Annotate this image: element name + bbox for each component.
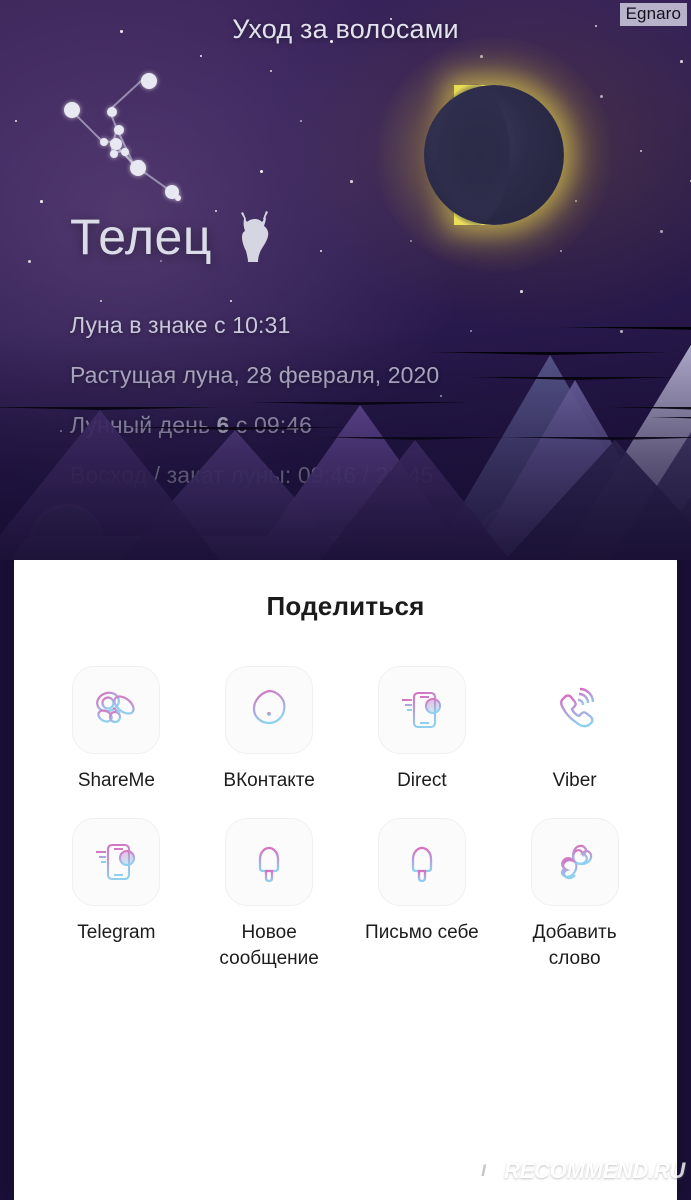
share-target-add-word[interactable]: Добавить слово	[498, 818, 651, 972]
phone-call-icon	[549, 684, 601, 736]
irecommend-badge-icon: I	[470, 1159, 497, 1184]
app-tile	[531, 666, 619, 754]
app-label: Telegram	[77, 920, 155, 946]
clover-icon	[549, 836, 601, 888]
app-tile	[225, 666, 313, 754]
app-label: Письмо себе	[365, 920, 479, 946]
app-label: ShareMe	[78, 768, 155, 794]
share-target-direct[interactable]: Direct	[346, 666, 499, 794]
app-label: Новое сообщение	[219, 920, 318, 972]
share-target-mail-to-self[interactable]: Письмо себе	[346, 818, 499, 972]
share-target-new-message[interactable]: Новое сообщение	[193, 818, 346, 972]
app-tile	[72, 666, 160, 754]
moon-terminator-shadow	[432, 83, 510, 227]
wallpaper-background	[0, 0, 691, 560]
app-label: Добавить слово	[533, 920, 617, 972]
app-label: Viber	[553, 768, 597, 794]
app-label: ВКонтакте	[223, 768, 314, 794]
zodiac-sign-name: Телец	[70, 208, 212, 266]
irecommend-text: RECOMMEND.RU	[504, 1158, 685, 1184]
egnaro-watermark: Egnaro	[620, 3, 687, 26]
popsicle-icon	[396, 836, 448, 888]
page-title: Уход за волосами	[0, 14, 691, 45]
app-tile	[225, 818, 313, 906]
share-target-shareme[interactable]: ShareMe	[40, 666, 193, 794]
share-app-grid: ShareMe ВКонтакте Direct Viber Telegram …	[40, 666, 651, 972]
winged-phone-icon	[90, 836, 142, 888]
share-sheet: Поделиться ShareMe ВКонтакте Direct Vibe…	[14, 536, 677, 1200]
share-target-viber[interactable]: Viber	[498, 666, 651, 794]
app-label: Direct	[397, 768, 447, 794]
app-tile	[378, 818, 466, 906]
share-sheet-title: Поделиться	[14, 591, 677, 622]
app-tile	[531, 818, 619, 906]
popsicle-icon	[243, 836, 295, 888]
face-icon	[243, 684, 295, 736]
app-tile	[378, 666, 466, 754]
share-target-telegram[interactable]: Telegram	[40, 818, 193, 972]
zodiac-block: Телец	[70, 205, 276, 269]
waxing-crescent-moon-icon	[424, 85, 564, 225]
winged-phone-icon	[396, 684, 448, 736]
irecommend-watermark: I RECOMMEND.RU	[470, 1158, 685, 1184]
butterfly-icon	[90, 684, 142, 736]
share-target-vkontakte[interactable]: ВКонтакте	[193, 666, 346, 794]
bull-icon	[230, 205, 276, 263]
app-tile	[72, 818, 160, 906]
